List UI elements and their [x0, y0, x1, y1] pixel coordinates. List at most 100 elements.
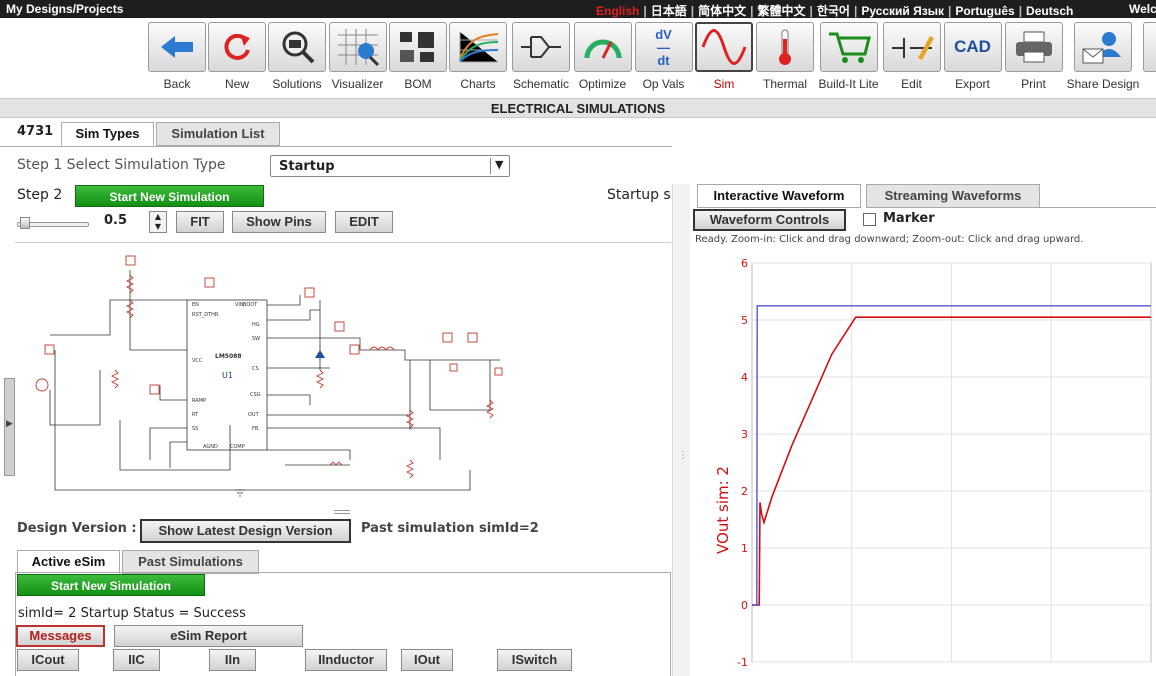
- tab-sim-types[interactable]: Sim Types: [61, 122, 154, 146]
- toolbar-bom-button[interactable]: BOM: [388, 22, 448, 96]
- toolbar-new-button[interactable]: New: [207, 22, 267, 96]
- toolbar-label: Thermal: [762, 77, 807, 91]
- y-tick-label: 3: [741, 428, 748, 441]
- svg-text:AGND: AGND: [203, 444, 218, 450]
- toolbar-op-vals-button[interactable]: dV — dt Op Vals: [633, 22, 694, 96]
- start-new-simulation-button[interactable]: Start New Simulation: [75, 185, 264, 207]
- language-link[interactable]: 繁體中文: [757, 4, 805, 18]
- toolbar-label: As: [1142, 77, 1156, 91]
- chevron-down-icon: ▼: [495, 158, 504, 171]
- language-link[interactable]: 日本語: [651, 4, 687, 18]
- toolbar-optimize-button[interactable]: Optimize: [572, 22, 633, 96]
- language-separator: |: [643, 4, 647, 18]
- y-tick-label: 2: [741, 485, 748, 498]
- sine-wave-icon: [695, 22, 753, 72]
- sim-type-value: Startup: [279, 159, 335, 174]
- fit-button[interactable]: FIT: [176, 211, 224, 233]
- language-link[interactable]: 한국어: [817, 4, 850, 18]
- toolbar-label: BOM: [404, 77, 432, 91]
- probe-icout-button[interactable]: ICout: [17, 649, 79, 671]
- y-tick-label: 5: [741, 314, 748, 327]
- language-link[interactable]: English: [596, 4, 639, 18]
- zoom-stepper[interactable]: ▲ ▼: [149, 211, 167, 233]
- top-bar: My Designs/Projects English | 日本語 | 简体中文 | 繁體中…: [0, 0, 1156, 18]
- toolbar-print-button[interactable]: Print: [1003, 22, 1064, 96]
- tab-past-simulations[interactable]: Past Simulations: [122, 550, 259, 574]
- toolbar-thermal-button[interactable]: Thermal: [754, 22, 816, 96]
- toolbar-schematic-button[interactable]: Schematic: [510, 22, 572, 96]
- toolbar-label: Charts: [460, 77, 496, 91]
- toolbar-solutions-button[interactable]: Solutions: [266, 22, 328, 96]
- resize-grip[interactable]: [334, 510, 350, 514]
- sim-type-select[interactable]: Startup ▼: [270, 155, 510, 177]
- toolbar-edit-button[interactable]: Edit: [881, 22, 942, 96]
- tab-streaming-waveforms[interactable]: Streaming Waveforms: [866, 184, 1040, 208]
- toolbar-visualizer-button[interactable]: Visualizer: [327, 22, 388, 96]
- language-separator: |: [947, 4, 952, 18]
- toolbar-charts-button[interactable]: Charts: [448, 22, 508, 96]
- toolbar-share-design-button[interactable]: Share Design: [1064, 22, 1142, 96]
- show-pins-button[interactable]: Show Pins: [232, 211, 326, 233]
- gauge-icon: [573, 22, 632, 72]
- toolbar-label: Print: [1021, 77, 1046, 91]
- y-tick-label: 0: [741, 599, 748, 612]
- probe-iic-button[interactable]: IIC: [113, 649, 160, 671]
- tab-active-esim[interactable]: Active eSim: [17, 550, 120, 574]
- esim-report-button[interactable]: eSim Report: [114, 625, 303, 647]
- svg-text:COMP: COMP: [230, 444, 245, 450]
- design-id: 4731: [17, 124, 54, 139]
- probe-iswitch-button[interactable]: ISwitch: [497, 649, 572, 671]
- toolbar-label: Solutions: [272, 77, 322, 91]
- svg-text:SW: SW: [252, 336, 260, 342]
- language-selector: English | 日本語 | 简体中文 | 繁體中文 | 한국어 | Русский Язык | P…: [596, 2, 1077, 19]
- panel-splitter[interactable]: ⋮: [672, 184, 690, 676]
- language-separator: |: [690, 4, 695, 18]
- svg-text:HG: HG: [252, 322, 260, 328]
- svg-text:OUT: OUT: [248, 412, 260, 418]
- language-link[interactable]: 简体中文: [698, 4, 746, 18]
- y-tick-label: -1: [737, 656, 748, 669]
- svg-text:VCC: VCC: [192, 358, 203, 364]
- toolbar-back-button[interactable]: Back: [147, 22, 207, 96]
- waveform-chart[interactable]: 6 5 4 3 2 1 0 -1 VOut sim: 2: [695, 250, 1156, 676]
- svg-text:CSG: CSG: [250, 392, 261, 398]
- toolbar-label: Op Vals: [642, 77, 685, 91]
- language-link[interactable]: Português: [955, 4, 1014, 18]
- messages-button[interactable]: Messages: [16, 625, 105, 647]
- chart-icon: [449, 22, 507, 72]
- tab-interactive-waveform[interactable]: Interactive Waveform: [697, 184, 861, 208]
- language-link[interactable]: Русский Язык: [861, 4, 944, 18]
- esim-start-new-simulation-button[interactable]: Start New Simulation: [17, 574, 205, 596]
- schematic-icon: [512, 22, 570, 72]
- toolbar-label: Sim: [713, 77, 735, 91]
- language-link[interactable]: Deutsch: [1026, 4, 1073, 18]
- toolbar-as-button[interactable]: As: [1142, 22, 1156, 96]
- zoom-slider-handle[interactable]: [20, 217, 30, 229]
- startup-cut-text: Startup s: [607, 187, 671, 203]
- toolbar-build-it-lite-button[interactable]: Build-It Lite: [816, 22, 881, 96]
- thermometer-icon: [756, 22, 814, 72]
- breadcrumb[interactable]: My Designs/Projects: [6, 2, 123, 16]
- probe-iout-button[interactable]: IOut: [401, 649, 453, 671]
- probe-iinductor-button[interactable]: IInductor: [305, 649, 387, 671]
- show-latest-design-version-button[interactable]: Show Latest Design Version: [140, 519, 351, 543]
- y-tick-label: 4: [741, 371, 748, 384]
- cad-export-icon: CAD: [943, 22, 1002, 72]
- marker-checkbox[interactable]: [863, 213, 876, 226]
- svg-text:RAMP: RAMP: [192, 398, 206, 404]
- waveform-controls-button[interactable]: Waveform Controls: [693, 209, 846, 231]
- toolbar-label: Schematic: [512, 77, 570, 91]
- svg-text:RST_DTHR: RST_DTHR: [192, 312, 219, 318]
- toolbar-label: Export: [955, 77, 990, 91]
- svg-text:RT: RT: [192, 412, 199, 418]
- collapse-handle[interactable]: ▶: [4, 378, 15, 476]
- tab-simulation-list[interactable]: Simulation List: [156, 122, 280, 146]
- partial-icon: [1143, 22, 1156, 72]
- edit-button[interactable]: EDIT: [335, 211, 393, 233]
- past-simulation-text: Past simulation simId=2: [361, 521, 539, 536]
- schematic-diagram[interactable]: EN RST_DTHR VCC RAMP RT SS AGND VIN BOOT…: [30, 250, 590, 500]
- probe-iin-button[interactable]: IIn: [209, 649, 256, 671]
- toolbar-export-button[interactable]: CAD Export: [942, 22, 1003, 96]
- toolbar-sim-button[interactable]: Sim: [694, 22, 754, 96]
- svg-text:BOOT: BOOT: [243, 302, 258, 308]
